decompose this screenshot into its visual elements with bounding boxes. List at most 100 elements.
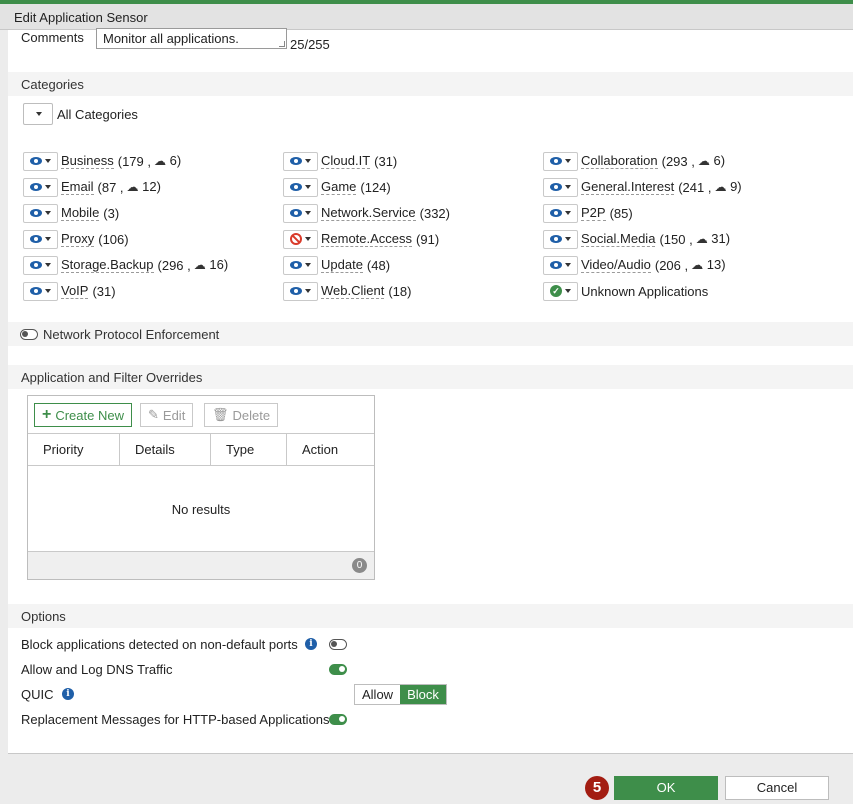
block-nondefault-toggle[interactable] [329, 639, 347, 650]
step-badge: 5 [585, 776, 609, 800]
category-item: ✓ Unknown Applications [543, 281, 708, 301]
category-count: (179 , [117, 153, 151, 169]
category-action-dropdown[interactable] [543, 151, 578, 171]
category-action-dropdown[interactable] [283, 177, 318, 197]
eye-icon [550, 183, 562, 191]
category-name[interactable]: Business [61, 153, 114, 169]
category-item: Social.Media (150 , ☁ 31) [543, 229, 730, 249]
category-name[interactable]: P2P [581, 205, 606, 221]
category-cloud-count: 6) [166, 153, 182, 168]
cancel-button[interactable]: Cancel [725, 776, 829, 800]
edit-button[interactable]: ✎ Edit [140, 403, 194, 427]
category-action-dropdown[interactable] [283, 255, 318, 275]
quic-allow-option[interactable]: Allow [355, 685, 400, 704]
replacement-msgs-label: Replacement Messages for HTTP-based Appl… [21, 712, 330, 727]
category-action-dropdown[interactable] [283, 151, 318, 171]
category-count: (332) [419, 205, 450, 221]
category-name[interactable]: Game [321, 179, 357, 195]
category-name[interactable]: Update [321, 257, 363, 273]
category-item: Mobile (3) [23, 203, 119, 223]
category-action-dropdown[interactable] [543, 229, 578, 249]
category-cloud: ☁ 6) [154, 153, 181, 169]
chevron-down-icon [565, 289, 571, 293]
category-item: Remote.Access (91) [283, 229, 439, 249]
delete-button[interactable]: 🗑 Delete [204, 403, 279, 427]
category-filter-dropdown[interactable] [23, 103, 53, 125]
category-name[interactable]: VoIP [61, 283, 89, 299]
eye-icon [550, 235, 562, 243]
category-action-dropdown[interactable] [23, 255, 58, 275]
category-name[interactable]: Remote.Access [321, 231, 413, 247]
category-item: Cloud.IT (31) [283, 151, 397, 171]
cloud-icon: ☁ [126, 180, 139, 194]
chevron-down-icon [36, 112, 42, 116]
category-cloud-count: 13) [703, 257, 726, 272]
column-details[interactable]: Details [120, 434, 211, 465]
comments-char-count: 25/255 [290, 37, 330, 52]
category-name[interactable]: Storage.Backup [61, 257, 154, 273]
category-action-dropdown[interactable] [543, 177, 578, 197]
category-cloud-count: 6) [709, 153, 726, 168]
quic-block-option[interactable]: Block [400, 685, 446, 704]
category-name[interactable]: Proxy [61, 231, 95, 247]
ok-button[interactable]: OK [614, 776, 718, 800]
category-action-dropdown[interactable] [23, 203, 58, 223]
category-action-dropdown[interactable]: ✓ [543, 281, 578, 301]
eye-icon [30, 235, 42, 243]
category-name[interactable]: Email [61, 179, 94, 195]
comments-label: Comments [21, 30, 84, 45]
info-icon[interactable]: i [62, 688, 74, 700]
column-type[interactable]: Type [211, 434, 287, 465]
category-name[interactable]: Social.Media [581, 231, 656, 247]
category-name[interactable]: Mobile [61, 205, 100, 221]
category-action-dropdown[interactable] [543, 203, 578, 223]
category-cloud-count: 12) [138, 179, 161, 194]
eye-icon [30, 157, 42, 165]
category-action-dropdown[interactable] [23, 229, 58, 249]
category-cloud: ☁ 6) [698, 153, 725, 169]
category-count: (31) [374, 153, 398, 169]
category-action-dropdown[interactable] [283, 229, 318, 249]
category-count: (48) [366, 257, 391, 273]
network-protocol-toggle[interactable] [20, 329, 38, 340]
category-name[interactable]: Video/Audio [581, 257, 651, 273]
eye-icon [290, 287, 302, 295]
category-name[interactable]: Cloud.IT [321, 153, 371, 169]
category-cloud: ☁ 9) [714, 179, 741, 195]
column-action[interactable]: Action [287, 434, 374, 465]
category-action-dropdown[interactable] [23, 281, 58, 301]
category-item: Game (124) [283, 177, 391, 197]
create-new-button[interactable]: + Create New [34, 403, 132, 427]
chevron-down-icon [45, 159, 51, 163]
category-action-dropdown[interactable] [543, 255, 578, 275]
category-action-dropdown[interactable] [283, 281, 318, 301]
resize-grip-icon[interactable] [279, 41, 285, 47]
category-cloud: ☁ 12) [127, 179, 161, 195]
eye-icon [30, 209, 42, 217]
category-filter-label: All Categories [57, 107, 138, 122]
edit-label: Edit [162, 407, 186, 423]
category-name[interactable]: Collaboration [581, 153, 658, 169]
eye-icon [30, 261, 42, 269]
info-icon[interactable]: i [305, 638, 317, 650]
chevron-down-icon [565, 237, 571, 241]
column-priority[interactable]: Priority [28, 434, 120, 465]
chevron-down-icon [305, 211, 311, 215]
trash-icon: 🗑 [212, 407, 229, 422]
category-name[interactable]: General.Interest [581, 179, 675, 195]
eye-icon [550, 209, 562, 217]
category-name[interactable]: Web.Client [321, 283, 385, 299]
category-name: Unknown Applications [581, 283, 709, 299]
network-protocol-label: Network Protocol Enforcement [43, 327, 220, 342]
category-action-dropdown[interactable] [283, 203, 318, 223]
allow-dns-toggle[interactable] [329, 664, 347, 675]
categories-section-header: Categories [8, 72, 853, 96]
comments-textarea[interactable]: Monitor all applications. [96, 28, 287, 49]
category-action-dropdown[interactable] [23, 151, 58, 171]
category-name[interactable]: Network.Service [321, 205, 416, 221]
category-action-dropdown[interactable] [23, 177, 58, 197]
eye-icon [550, 157, 562, 165]
replacement-msgs-toggle[interactable] [329, 714, 347, 725]
check-icon: ✓ [550, 285, 562, 297]
category-count: (31) [92, 283, 116, 299]
